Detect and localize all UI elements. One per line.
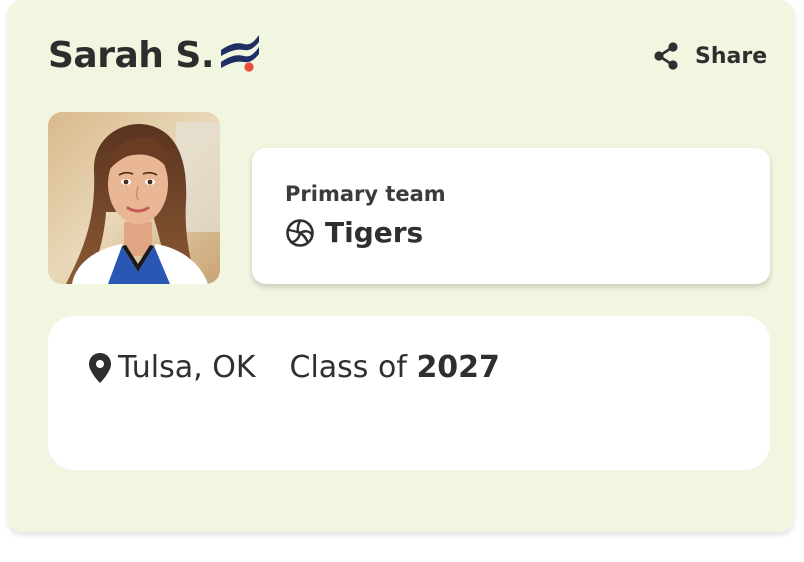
share-label: Share [695, 43, 768, 69]
class-prefix: Class of [289, 350, 407, 385]
details-row: Tulsa, OK Class of 2027 [88, 350, 500, 385]
class-of: Class of 2027 [290, 350, 500, 385]
class-year: 2027 [416, 350, 500, 385]
primary-team-card[interactable]: Primary team Tigers [252, 148, 770, 284]
share-icon [654, 42, 678, 70]
team-name: Tigers [325, 216, 424, 249]
athlete-profile-card: Sarah S. Share Primary team Tigers Tulsa… [8, 0, 794, 532]
location-text: Tulsa, OK [118, 350, 256, 385]
athlete-name: Sarah S. [48, 35, 215, 76]
details-card: Tulsa, OK Class of 2027 [48, 316, 770, 470]
primary-team-caption: Primary team [285, 182, 446, 206]
brand-logo-icon [221, 35, 259, 72]
avatar [48, 112, 220, 284]
volleyball-icon [286, 218, 314, 247]
map-pin-icon [89, 352, 111, 383]
team-row: Tigers [285, 216, 423, 249]
share-button[interactable]: Share [651, 40, 767, 72]
